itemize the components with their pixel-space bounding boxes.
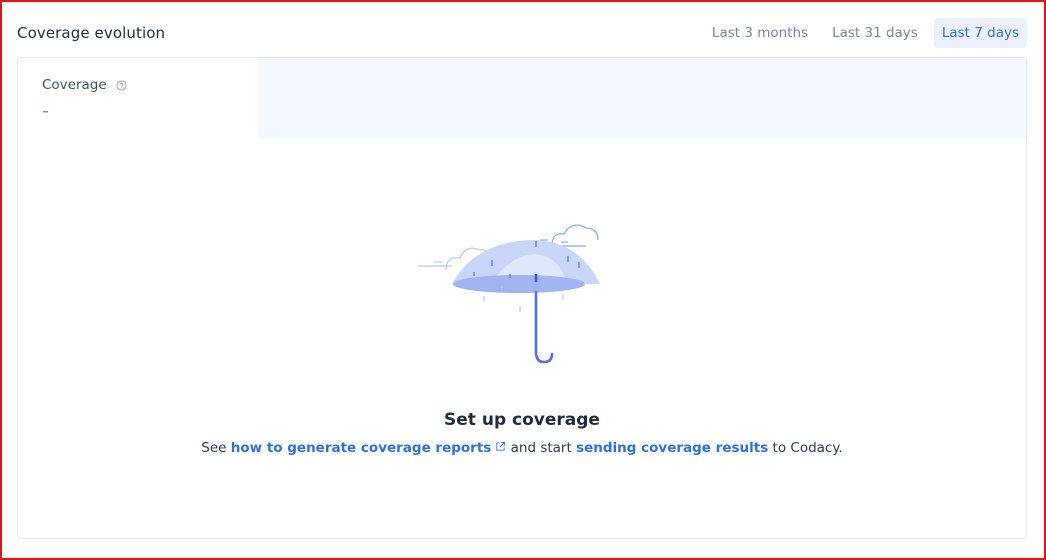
text-prefix: See (201, 440, 227, 456)
tab-last-31-days[interactable]: Last 31 days (824, 18, 926, 48)
external-link-icon (496, 441, 506, 451)
time-range-tabs: Last 3 months Last 31 days Last 7 days (704, 18, 1027, 48)
coverage-metric-value: - (42, 100, 49, 122)
section-header: Coverage evolution Last 3 months Last 31… (17, 18, 1027, 48)
tab-last-3-months[interactable]: Last 3 months (704, 18, 816, 48)
coverage-metric-label: Coverage (42, 77, 107, 93)
coverage-reports-link-label: how to generate coverage reports (230, 440, 492, 456)
chart-area (258, 58, 1026, 138)
sending-coverage-link[interactable]: sending coverage results (576, 440, 768, 456)
coverage-card: Coverage - Set up coverage See how to ge… (17, 57, 1027, 539)
umbrella-rain-illustration (418, 224, 600, 364)
empty-state-title: Set up coverage (444, 410, 600, 430)
tab-last-7-days[interactable]: Last 7 days (933, 18, 1027, 48)
coverage-reports-link[interactable]: how to generate coverage reports (231, 440, 507, 456)
question-circle-icon[interactable] (116, 79, 127, 91)
text-suffix: to Codacy. (772, 440, 843, 456)
empty-state-text: See how to generate coverage reports and… (18, 440, 1026, 456)
coverage-metric-label-row: Coverage (42, 77, 127, 93)
section-title: Coverage evolution (17, 24, 166, 42)
coverage-metric: Coverage - (18, 58, 258, 138)
text-middle: and start (510, 440, 572, 456)
